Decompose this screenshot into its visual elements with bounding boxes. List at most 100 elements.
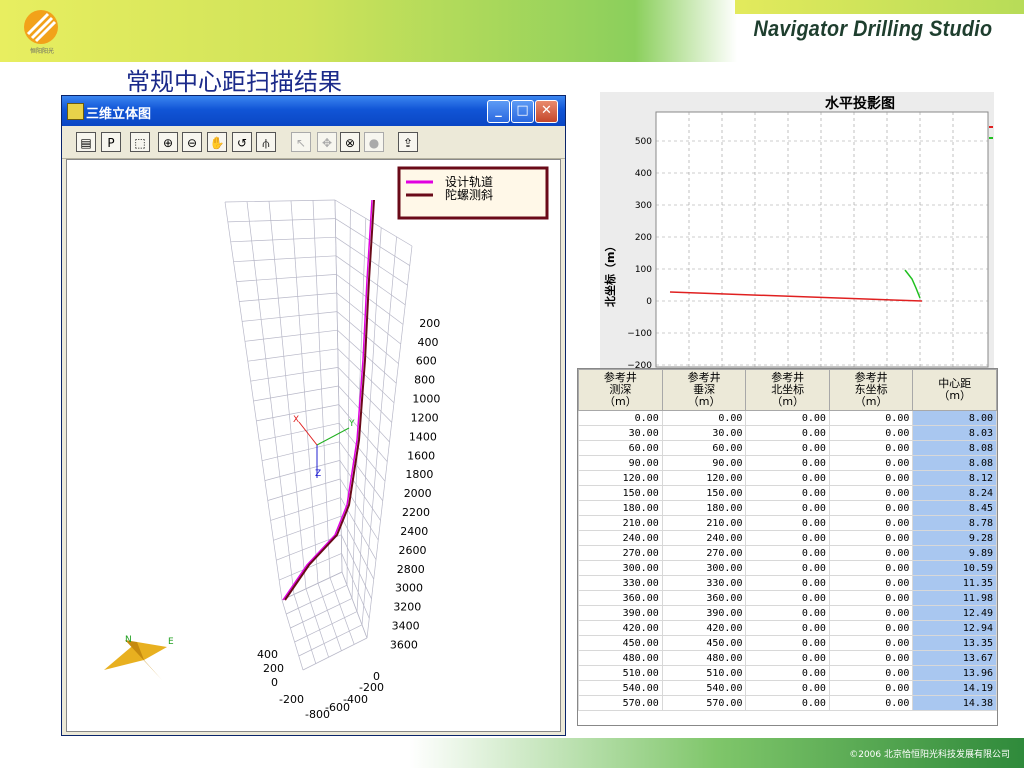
- table-cell: 300.00: [578, 560, 663, 576]
- compass-n: N: [125, 635, 132, 645]
- print-icon[interactable]: ▤: [76, 132, 96, 152]
- export-icon[interactable]: ⇪: [398, 132, 418, 152]
- table-cell: 330.00: [661, 575, 747, 591]
- table-row[interactable]: 180.00 180.00 0.00 0.00 8.45: [578, 500, 997, 516]
- table-cell: 120.00: [578, 470, 663, 486]
- maximize-button[interactable]: □: [511, 100, 534, 123]
- depth-tick-label: 1400: [409, 430, 437, 443]
- depth-tick-label: 3600: [390, 638, 418, 651]
- table-cell: 570.00: [578, 695, 663, 711]
- table-cell: 0.00: [828, 545, 914, 561]
- frame-icon[interactable]: ⬚: [130, 132, 150, 152]
- table-row[interactable]: 420.00 420.00 0.00 0.00 12.94: [578, 620, 997, 636]
- table-header-cell[interactable]: 参考井 测深 （m）: [578, 369, 663, 411]
- table-row[interactable]: 210.00 210.00 0.00 0.00 8.78: [578, 515, 997, 531]
- table-row[interactable]: 30.00 30.00 0.00 0.00 8.03: [578, 425, 997, 441]
- table-row[interactable]: 60.00 60.00 0.00 0.00 8.08: [578, 440, 997, 456]
- table-row[interactable]: 120.00 120.00 0.00 0.00 8.12: [578, 470, 997, 486]
- table-cell: 510.00: [578, 665, 663, 681]
- pointer-disabled-icon: ↖: [291, 132, 311, 152]
- table-row[interactable]: 240.00 240.00 0.00 0.00 9.28: [578, 530, 997, 546]
- close-button[interactable]: ✕: [535, 100, 558, 123]
- table-cell: 180.00: [661, 500, 747, 516]
- table-cell: 0.00: [745, 665, 830, 681]
- table-row[interactable]: 540.00 540.00 0.00 0.00 14.19: [578, 680, 997, 696]
- legend-red-marker: [989, 126, 993, 128]
- zoom-in-icon[interactable]: ⊕: [158, 132, 178, 152]
- table-row[interactable]: 390.00 390.00 0.00 0.00 12.49: [578, 605, 997, 621]
- table-cell: 420.00: [661, 620, 747, 636]
- table-cell: 0.00: [745, 590, 830, 606]
- table-cell: 0.00: [745, 425, 830, 441]
- table-row[interactable]: 360.00 360.00 0.00 0.00 11.98: [578, 590, 997, 606]
- plan-view-chart[interactable]: 500 400 300 200 100 0 −100 −200 水平投影图 北坐标（m）: [600, 92, 994, 372]
- floor-axis-label: -800: [305, 708, 330, 721]
- pan-hand-icon[interactable]: ✋: [207, 132, 227, 152]
- plan-title: 水平投影图: [825, 95, 895, 112]
- minimize-button[interactable]: _: [487, 100, 510, 123]
- zoom-out-icon[interactable]: ⊖: [182, 132, 202, 152]
- table-row[interactable]: 150.00 150.00 0.00 0.00 8.24: [578, 485, 997, 501]
- floor-axis-label: 0: [271, 676, 278, 689]
- table-cell: 0.00: [745, 680, 830, 696]
- table-row[interactable]: 0.00 0.00 0.00 0.00 8.00: [578, 410, 997, 426]
- grid-line: [366, 245, 413, 639]
- stop-disabled-icon: ●: [364, 132, 384, 152]
- compass-e: E: [168, 637, 174, 647]
- table-header-cell[interactable]: 参考井 垂深 （m）: [661, 369, 747, 411]
- table-cell: 480.00: [661, 650, 747, 666]
- table-cell: 0.00: [828, 575, 914, 591]
- table-header-line: （m）: [687, 395, 721, 408]
- depth-tick-label: 2600: [399, 544, 427, 557]
- table-cell: 0.00: [828, 410, 914, 426]
- table-cell: 390.00: [661, 605, 747, 621]
- table-row[interactable]: 480.00 480.00 0.00 0.00 13.67: [578, 650, 997, 666]
- window-title: 三维立体图: [86, 107, 152, 122]
- rotate-icon[interactable]: ↺: [232, 132, 252, 152]
- table-cell: 0.00: [745, 695, 830, 711]
- table-cell: 0.00: [828, 665, 914, 681]
- grid-line: [264, 460, 340, 481]
- table-row[interactable]: 570.00 570.00 0.00 0.00 14.38: [578, 695, 997, 711]
- center-distance-cell: 8.78: [912, 515, 997, 531]
- table-header-line: （m）: [604, 395, 637, 408]
- logo-caption: 恒阳阳光: [30, 48, 55, 55]
- grid-line: [247, 348, 338, 362]
- table-row[interactable]: 270.00 270.00 0.00 0.00 9.89: [578, 545, 997, 561]
- plan-ylabel: 北坐标（m）: [603, 241, 617, 307]
- header-ribbon: [735, 0, 1024, 14]
- table-cell: 0.00: [745, 455, 830, 471]
- table-row[interactable]: 90.00 90.00 0.00 0.00 8.08: [578, 455, 997, 471]
- table-cell: 210.00: [661, 515, 747, 531]
- plan-ytick-label: 0: [646, 297, 652, 307]
- window-titlebar[interactable]: 三维立体图 _ □ ✕: [62, 96, 565, 126]
- target-icon[interactable]: ⊗: [340, 132, 360, 152]
- table-row[interactable]: 300.00 300.00 0.00 0.00 10.59: [578, 560, 997, 576]
- p-button[interactable]: P: [101, 132, 121, 152]
- table-cell: 0.00: [828, 590, 914, 606]
- table-cell: 0.00: [578, 410, 663, 426]
- depth-tick-label: 1600: [407, 449, 435, 462]
- table-row[interactable]: 330.00 330.00 0.00 0.00 11.35: [578, 575, 997, 591]
- table-cell: 0.00: [745, 560, 830, 576]
- table-header-cell[interactable]: 中心距 （m）: [912, 369, 997, 411]
- table-cell: 0.00: [828, 620, 914, 636]
- table-header-cell[interactable]: 参考井 北坐标 （m）: [745, 369, 830, 411]
- grid-line: [246, 201, 295, 595]
- 3d-canvas[interactable]: 200 400 600 800 1000 1200 1400 1600 1800 2000 2200…: [66, 159, 561, 732]
- floor-axis-label: 400: [257, 648, 278, 661]
- table-row[interactable]: 450.00 450.00 0.00 0.00 13.35: [578, 635, 997, 651]
- axis-icon[interactable]: ⫛: [256, 132, 276, 152]
- grid-line: [230, 236, 336, 243]
- table-cell: 0.00: [745, 440, 830, 456]
- plan-ytick-label: 100: [635, 265, 652, 275]
- table-cell: 300.00: [661, 560, 747, 576]
- table-row[interactable]: 510.00 510.00 0.00 0.00 13.96: [578, 665, 997, 681]
- grid-line: [233, 255, 337, 263]
- table-header-cell[interactable]: 参考井 东坐标 （m）: [828, 369, 914, 411]
- grid-line: [270, 497, 341, 521]
- distance-table[interactable]: 参考井 测深 （m） 参考井 垂深 （m） 参考井 北坐标 （m） 参考井 东坐标 （m） 中心距 （m）…: [577, 368, 998, 726]
- floor-grid-line: [281, 599, 304, 671]
- table-cell: 240.00: [578, 530, 663, 546]
- table-cell: 240.00: [661, 530, 747, 546]
